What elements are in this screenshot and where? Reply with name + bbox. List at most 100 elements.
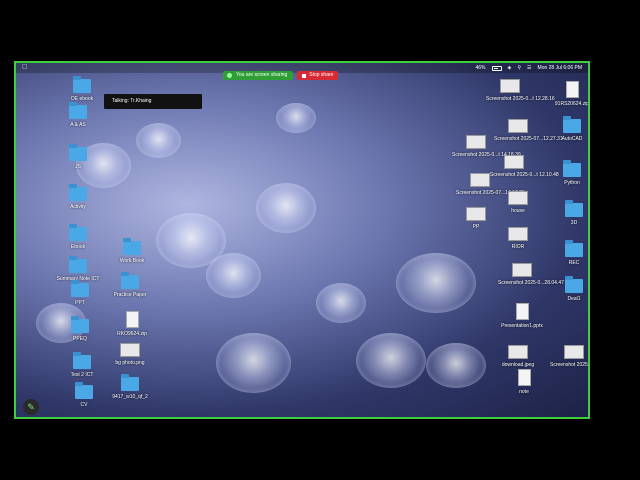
desktop-icon-label: Presentation1.pptx (501, 323, 543, 329)
wallpaper-jelly (136, 123, 181, 158)
desktop-icon-folder[interactable]: PPEQ (56, 316, 104, 342)
desktop-icon-folder[interactable]: REC (550, 240, 588, 266)
desktop-icon-thumb[interactable]: Screenshot 2025-07...12.31.00 (550, 345, 590, 368)
desktop-icon-label: CV (80, 402, 88, 408)
desktop-icon-label: A & AS (70, 122, 86, 128)
desktop-icon-label: PP (472, 224, 480, 230)
desktop-icon-folder[interactable]: AutoCAD (548, 116, 588, 142)
desktop-icon-folder[interactable]: 3D (550, 200, 588, 226)
desktop-icon-folder[interactable]: CV (60, 382, 108, 408)
search-icon[interactable]: ⚲ (517, 65, 521, 71)
desktop-icon-label: AutoCAD (561, 136, 583, 142)
wallpaper-jelly (256, 183, 316, 233)
desktop-icon-thumb[interactable]: Screenshot 2025-0...28.04.47 (498, 263, 564, 286)
wallpaper-jelly (316, 283, 366, 323)
desktop-icon-folder[interactable]: Summary Note ICT (54, 256, 102, 282)
apple-icon[interactable]:  (22, 64, 27, 72)
document-icon (565, 81, 579, 98)
wallpaper-jelly (216, 333, 291, 393)
image-thumbnail-icon (512, 263, 532, 277)
image-thumbnail-icon (508, 227, 528, 241)
desktop-icon-folder[interactable]: JS (54, 144, 102, 170)
date-time[interactable]: Mon 28 Jul 6:06 PM (538, 65, 582, 71)
image-thumbnail-icon (466, 135, 486, 149)
desktop-icon-thumb[interactable]: Screenshot 2025-07...12.27.31 (494, 119, 563, 142)
folder-icon (71, 316, 89, 333)
folder-icon (565, 200, 583, 217)
control-center-icon[interactable]: ☰ (527, 65, 531, 71)
sharing-status[interactable]: You are screen sharing (223, 71, 294, 80)
wallpaper-jelly (356, 333, 426, 388)
desktop-icon-folder[interactable]: Deal1 (550, 276, 588, 302)
desktop-icon-label: bg photo.png (115, 360, 145, 366)
screen-share-bar: You are screen sharing Stop share (223, 71, 339, 80)
desktop-icon-thumb[interactable]: Screenshot 2025-0...t 12.28.16 (486, 79, 555, 102)
desktop-icon-doc[interactable]: Presentation1.pptx (498, 303, 546, 329)
desktop-icon-label: Screenshot 2025-0...t 12.28.16 (486, 96, 555, 102)
wallpaper-jelly (426, 343, 486, 388)
stop-share-label: Stop share (309, 72, 334, 78)
image-thumbnail-icon (500, 79, 520, 93)
desktop-icon-folder[interactable]: Activity (54, 184, 102, 210)
desktop-icon-label: 3D (570, 220, 578, 226)
folder-icon (69, 184, 87, 201)
folder-icon (121, 374, 139, 391)
folder-icon (565, 276, 583, 293)
folder-icon (71, 280, 89, 297)
stop-share-button[interactable]: Stop share (297, 71, 339, 80)
folder-icon (565, 240, 583, 257)
desktop-icon-thumb[interactable]: RIOR (494, 227, 542, 250)
document-icon (125, 311, 139, 328)
folder-icon (563, 160, 581, 177)
desktop-icon-thumb[interactable]: bg photo.png (106, 343, 154, 366)
wifi-icon[interactable]: ◈ (508, 65, 512, 71)
desktop-icon-doc[interactable]: note (500, 369, 548, 395)
desktop-icon-label: PPEQ (73, 336, 87, 342)
desktop-icon-label: note (519, 389, 529, 395)
sharing-icon (227, 73, 232, 78)
desktop-icon-folder[interactable]: 9417_w10_qf_2 (106, 374, 154, 400)
desktop-icon-label: 9417_w10_qf_2 (112, 394, 148, 400)
battery-icon[interactable] (491, 65, 502, 71)
desktop-icon-doc[interactable]: 91RS20624.zip (548, 81, 590, 107)
image-thumbnail-icon (508, 119, 528, 133)
desktop-icon-folder[interactable]: PPT (56, 280, 104, 306)
desktop-icon-label: 91RS20624.zip (554, 101, 590, 107)
shared-screen:  46% ◈ ⚲ ☰ Mon 28 Jul 6:06 PM You are s… (14, 61, 590, 419)
desktop-icon-label: Activity (70, 204, 86, 210)
desktop-icon-label: OE ebook (70, 96, 94, 102)
desktop-icon-thumb[interactable]: house (494, 191, 542, 214)
desktop-icon-label: Ebook (70, 244, 86, 250)
desktop-icon-label: Work Book (119, 258, 145, 264)
desktop-icon-label: Deal1 (567, 296, 581, 302)
desktop-icon-label: RIOR (511, 244, 525, 250)
stop-icon (302, 73, 307, 78)
desktop-icon-label: Screenshot 2025-07...12.31.00 (550, 362, 590, 368)
image-thumbnail-icon (508, 345, 528, 359)
wallpaper-jelly (396, 253, 476, 313)
wallpaper-jelly (206, 253, 261, 298)
desktop-icon-folder[interactable]: Work Book (108, 238, 156, 264)
desktop-icon-label: Screenshot 2025-07...12.27.31 (494, 136, 563, 142)
desktop-icon-folder[interactable]: Practice Paper (106, 272, 154, 298)
desktop-icon-folder[interactable]: OE ebook (58, 76, 106, 102)
folder-icon (121, 272, 139, 289)
desktop-icon-label: RKO9624.zip (117, 331, 147, 337)
document-icon (517, 369, 531, 386)
desktop-icon-folder[interactable]: Python (548, 160, 588, 186)
image-thumbnail-icon (508, 191, 528, 205)
folder-icon (69, 102, 87, 119)
desktop-icon-thumb[interactable]: download.jpeg (494, 345, 542, 368)
desktop-icon-label: download.jpeg (501, 362, 535, 368)
annotate-pen-icon[interactable]: ✎ (23, 399, 39, 415)
desktop-icon-folder[interactable]: A & AS (54, 102, 102, 128)
desktop-icon-thumb[interactable]: PP (452, 207, 500, 230)
folder-icon (123, 238, 141, 255)
desktop-icon-folder[interactable]: Test 2 ICT (58, 352, 106, 378)
desktop-icon-label: house (511, 208, 525, 214)
desktop-icon-doc[interactable]: RKO9624.zip (108, 311, 156, 337)
talking-indicator: Talking: Tr.Khaing (104, 94, 202, 109)
desktop-icon-folder[interactable]: Ebook (54, 224, 102, 250)
image-thumbnail-icon (466, 207, 486, 221)
desktop-icon-label: JS (75, 164, 81, 170)
